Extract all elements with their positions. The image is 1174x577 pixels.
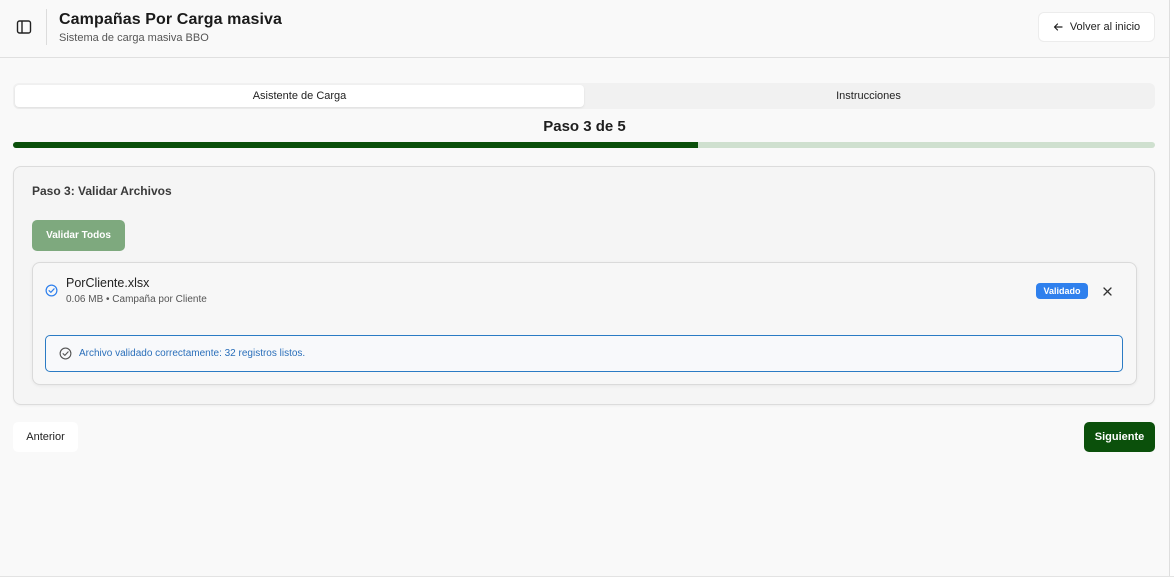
close-icon <box>1102 286 1112 296</box>
file-meta: 0.06 MB • Campaña por Cliente <box>66 294 207 305</box>
tab-instrucciones[interactable]: Instrucciones <box>584 85 1153 107</box>
alert-message: Archivo validado correctamente: 32 regis… <box>79 348 306 359</box>
page-subtitle: Sistema de carga masiva BBO <box>59 32 209 44</box>
file-item: PorCliente.xlsx 0.06 MB • Campaña por Cl… <box>32 262 1137 385</box>
arrow-left-icon <box>1053 23 1063 31</box>
wizard-tabs: Asistente de Carga Instrucciones <box>13 83 1155 109</box>
back-button-label: Volver al inicio <box>1069 21 1141 33</box>
check-circle-icon <box>45 284 58 297</box>
previous-button[interactable]: Anterior <box>13 422 78 452</box>
sidebar-toggle-button[interactable] <box>8 11 40 43</box>
file-name: PorCliente.xlsx <box>66 276 150 290</box>
remove-file-button[interactable] <box>1098 282 1116 300</box>
step-indicator: Paso 3 de 5 <box>543 118 626 135</box>
progress-bar <box>13 142 1155 148</box>
status-badge: Validado <box>1036 283 1088 299</box>
next-button[interactable]: Siguiente <box>1084 422 1155 452</box>
app-header: Campañas Por Carga masiva Sistema de car… <box>0 0 1169 58</box>
header-divider <box>46 9 47 45</box>
back-to-home-button[interactable]: Volver al inicio <box>1038 12 1155 42</box>
sidebar-toggle-icon <box>16 20 32 34</box>
validation-alert: Archivo validado correctamente: 32 regis… <box>45 335 1123 372</box>
validation-card: Paso 3: Validar Archivos Validar Todos P… <box>13 166 1155 405</box>
page-title: Campañas Por Carga masiva <box>59 11 283 28</box>
card-title: Paso 3: Validar Archivos <box>32 184 172 198</box>
tab-asistente-de-carga[interactable]: Asistente de Carga <box>15 85 584 107</box>
validate-all-button[interactable]: Validar Todos <box>32 220 125 251</box>
progress-bar-fill <box>13 142 699 148</box>
check-circle-icon <box>59 347 72 360</box>
window-edge <box>1169 0 1174 577</box>
